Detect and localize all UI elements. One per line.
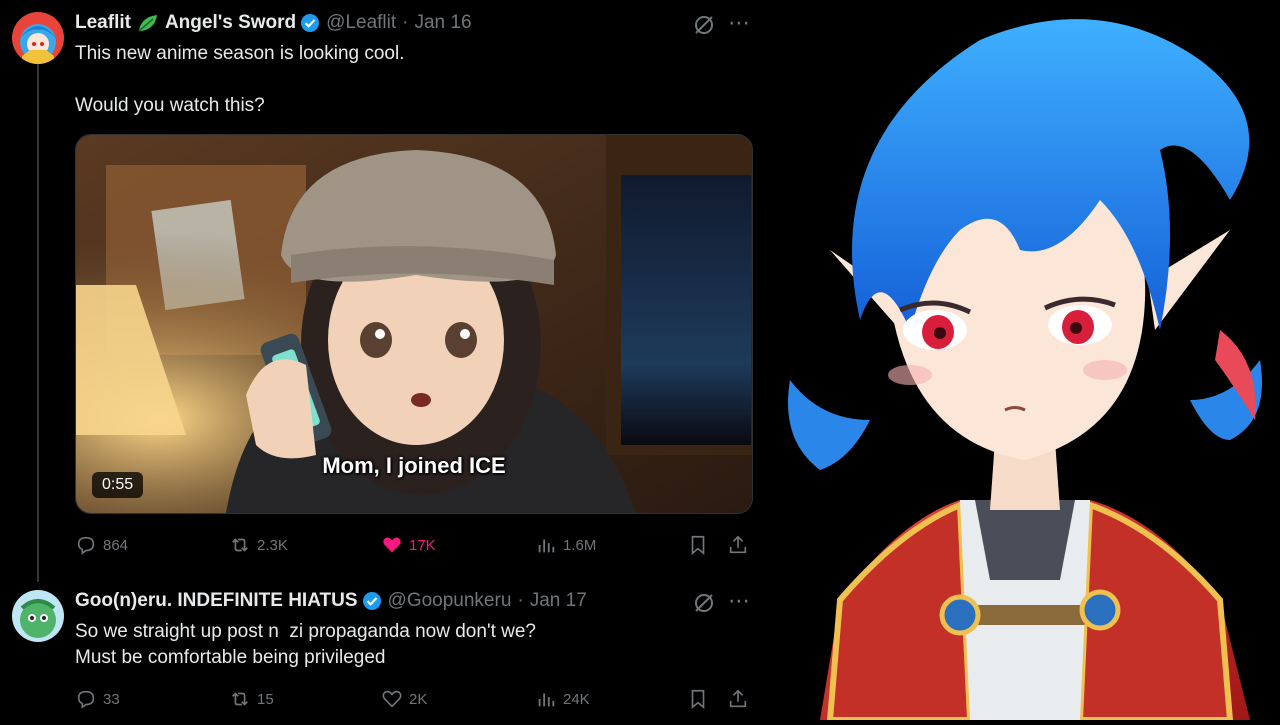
video-player[interactable]: Mom, I joined ICE 0:55 (75, 134, 753, 514)
view-count: 1.6M (563, 536, 597, 554)
reply-count: 864 (103, 536, 129, 554)
display-name[interactable]: Goo(n)eru. INDEFINITE HIATUS (75, 590, 358, 612)
reply-count: 33 (103, 690, 120, 708)
grok-icon[interactable] (693, 592, 715, 614)
timeline: Leaflit Angel's Sword @Leaflit · Jan 16 … (0, 0, 790, 720)
handle[interactable]: @Goopunkeru (388, 590, 512, 612)
display-name-suffix[interactable]: Angel's Sword (165, 12, 296, 34)
repost-button[interactable]: 15 (229, 688, 274, 710)
repost-count: 15 (257, 690, 274, 708)
reply-button[interactable]: 33 (75, 688, 120, 710)
share-icon (729, 689, 747, 708)
like-icon (383, 537, 401, 553)
verified-icon (362, 591, 382, 611)
thread-line (37, 62, 39, 582)
views-icon (538, 693, 555, 707)
bookmark-button[interactable] (687, 688, 715, 710)
reply-icon (77, 690, 95, 709)
reply-icon (77, 536, 95, 555)
share-button[interactable] (727, 688, 755, 710)
grok-icon[interactable] (693, 14, 715, 36)
views-icon (538, 539, 555, 553)
video-duration: 0:55 (92, 472, 144, 498)
like-icon (382, 690, 402, 708)
share-icon (729, 535, 747, 554)
timestamp[interactable]: Jan 17 (530, 590, 587, 612)
display-name[interactable]: Leaflit (75, 12, 131, 34)
vtuber-avatar (760, 0, 1280, 723)
more-options-button[interactable]: ⋯ (728, 590, 751, 612)
bookmark-icon (691, 689, 705, 710)
tweet-header: Goo(n)eru. INDEFINITE HIATUS @Goopunkeru… (75, 590, 587, 612)
tweet-text: This new anime season is looking cool. W… (75, 43, 405, 116)
tweet-actions: 864 2.3K 17K 1.6M (75, 534, 755, 558)
tweet-header: Leaflit Angel's Sword @Leaflit · Jan 16 (75, 12, 472, 34)
video-caption: Mom, I joined ICE (322, 453, 506, 478)
repost-count: 2.3K (257, 536, 288, 554)
like-button[interactable]: 2K (381, 688, 427, 710)
views-button[interactable]: 24K (535, 688, 590, 710)
separator: · (517, 590, 524, 611)
like-count: 2K (409, 690, 428, 708)
separator: · (402, 12, 409, 33)
bookmark-button[interactable] (687, 534, 715, 556)
like-count: 17K (409, 536, 436, 554)
avatar[interactable] (12, 12, 64, 64)
tweet-actions: 33 15 2K 24K (75, 688, 755, 712)
repost-icon (232, 692, 248, 706)
timestamp[interactable]: Jan 16 (414, 12, 471, 34)
leaf-icon (137, 13, 159, 33)
like-button[interactable]: 17K (381, 534, 436, 556)
repost-button[interactable]: 2.3K (229, 534, 288, 556)
bookmark-icon (691, 535, 705, 556)
handle[interactable]: @Leaflit (326, 12, 396, 34)
views-button[interactable]: 1.6M (535, 534, 596, 556)
view-count: 24K (563, 690, 590, 708)
share-button[interactable] (727, 534, 755, 556)
avatar[interactable] (12, 590, 64, 642)
more-options-button[interactable]: ⋯ (728, 12, 751, 34)
verified-icon (300, 13, 320, 33)
repost-icon (232, 538, 248, 552)
tweet-text: So we straight up post n zi propaganda n… (75, 621, 536, 668)
reply-button[interactable]: 864 (75, 534, 128, 556)
